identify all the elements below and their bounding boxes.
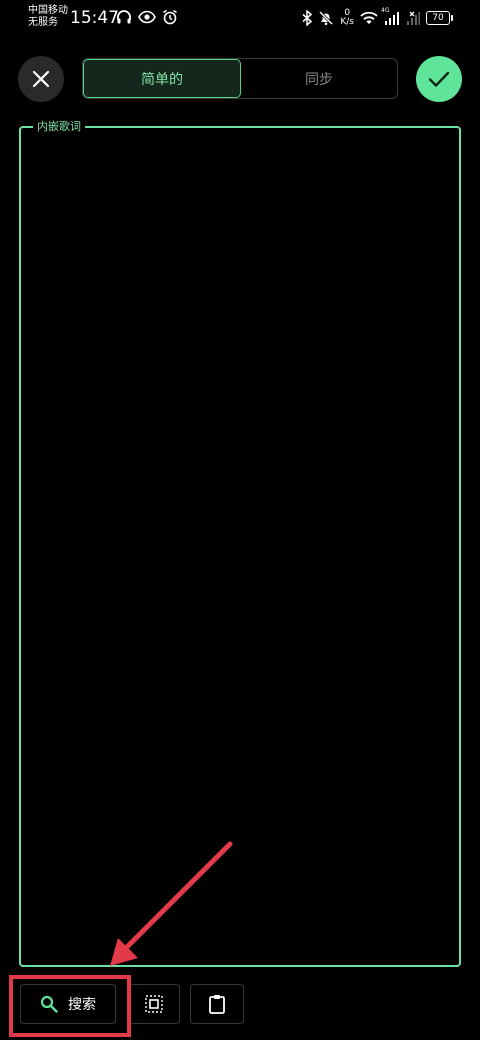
network-speed: 0 K/s bbox=[340, 9, 354, 27]
clock: 15:47 bbox=[70, 8, 119, 28]
cellular-signal: 4G bbox=[381, 7, 400, 25]
mute-icon bbox=[319, 11, 334, 26]
alarm-icon bbox=[163, 9, 177, 25]
signal-icon bbox=[385, 12, 399, 25]
carrier-service: 无服务 bbox=[28, 17, 58, 28]
battery-level: 70 bbox=[432, 13, 444, 23]
eye-icon bbox=[138, 10, 156, 24]
bluetooth-icon bbox=[302, 10, 313, 26]
carrier-name: 中国移动 bbox=[28, 5, 68, 16]
close-button[interactable] bbox=[18, 56, 64, 102]
close-icon bbox=[32, 70, 50, 88]
network-speed-unit: K/s bbox=[340, 17, 354, 27]
select-all-icon bbox=[145, 995, 163, 1013]
status-left-icons bbox=[116, 9, 178, 25]
tab-simple-label: 简单的 bbox=[141, 71, 183, 88]
tab-synced[interactable]: 同步 bbox=[241, 59, 397, 98]
lyrics-input[interactable] bbox=[24, 140, 460, 964]
mode-tabs: 简单的 同步 bbox=[82, 58, 398, 99]
clipboard-icon bbox=[209, 995, 225, 1014]
select-all-button[interactable] bbox=[128, 984, 180, 1024]
headphones-icon bbox=[117, 10, 131, 24]
annotation-highlight bbox=[9, 975, 131, 1037]
confirm-button[interactable] bbox=[416, 56, 462, 102]
status-right-icons: 0 K/s 4G 70 bbox=[302, 7, 453, 27]
no-signal-icon bbox=[407, 11, 420, 25]
battery-indicator: 70 bbox=[426, 11, 453, 25]
status-bar: 中国移动 无服务 15:47 0 K/s 4G 70 bbox=[0, 0, 480, 36]
paste-button[interactable] bbox=[190, 984, 244, 1024]
carrier-info: 中国移动 无服务 bbox=[28, 5, 68, 29]
tab-simple[interactable]: 简单的 bbox=[83, 59, 241, 98]
wifi-icon bbox=[360, 11, 378, 24]
lyrics-field-label: 内嵌歌词 bbox=[33, 118, 85, 134]
tab-synced-label: 同步 bbox=[305, 71, 333, 88]
check-icon bbox=[428, 71, 450, 87]
